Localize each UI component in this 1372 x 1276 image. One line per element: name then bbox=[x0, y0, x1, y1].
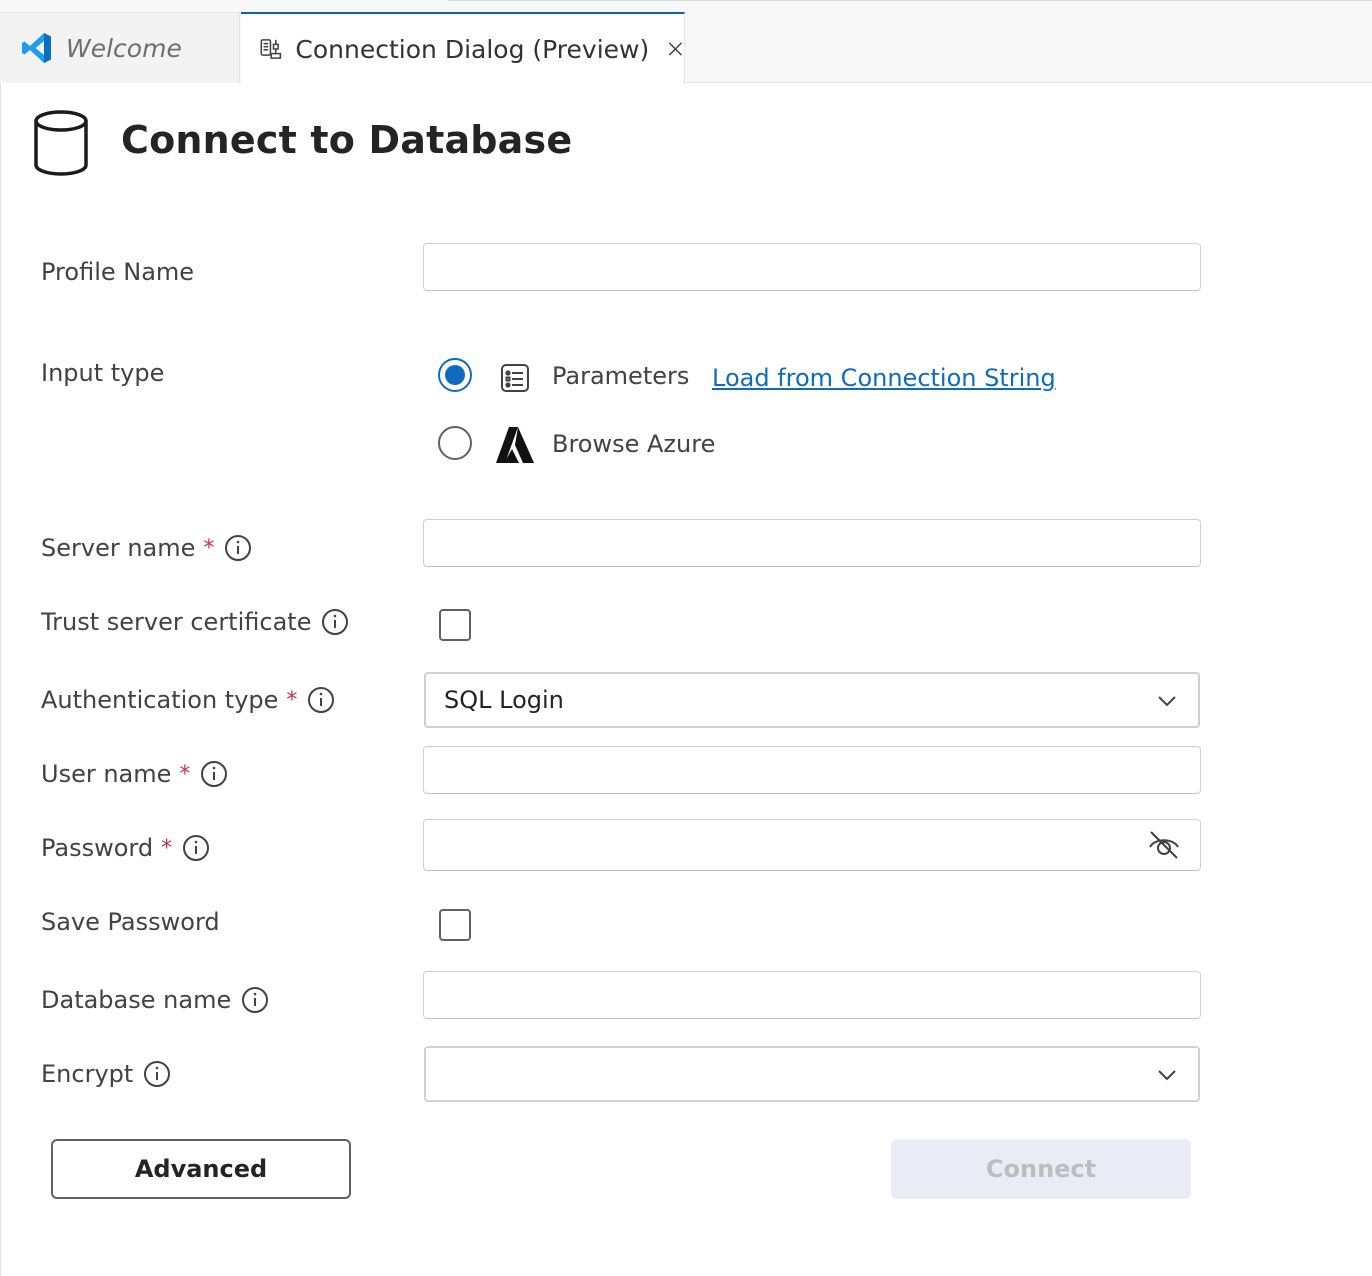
user-name-label: User name * bbox=[41, 760, 228, 788]
authentication-type-select[interactable]: SQL Login bbox=[424, 672, 1200, 728]
info-icon[interactable] bbox=[241, 986, 269, 1014]
required-marker: * bbox=[179, 761, 191, 787]
input-type-label-text: Input type bbox=[41, 359, 165, 387]
password-input[interactable] bbox=[423, 819, 1201, 871]
required-marker: * bbox=[161, 835, 173, 861]
form-icon bbox=[501, 364, 529, 392]
parameters-radio[interactable] bbox=[438, 358, 472, 392]
parameters-radio-label[interactable]: Parameters bbox=[552, 362, 689, 390]
save-password-checkbox[interactable] bbox=[439, 909, 471, 941]
tab-connection-dialog[interactable]: Connection Dialog (Preview) bbox=[241, 12, 685, 84]
database-icon bbox=[34, 110, 88, 176]
tab-connection-dialog-label: Connection Dialog (Preview) bbox=[295, 34, 650, 64]
encrypt-label: Encrypt bbox=[41, 1060, 171, 1088]
profile-name-label-text: Profile Name bbox=[41, 258, 195, 286]
info-icon[interactable] bbox=[143, 1060, 171, 1088]
info-icon[interactable] bbox=[307, 686, 335, 714]
password-label-text: Password bbox=[41, 834, 154, 862]
trust-server-certificate-label-text: Trust server certificate bbox=[41, 608, 312, 636]
trust-server-certificate-label: Trust server certificate bbox=[41, 608, 349, 636]
vscode-icon bbox=[22, 33, 51, 63]
close-icon[interactable] bbox=[667, 38, 684, 60]
authentication-type-label: Authentication type * bbox=[41, 686, 335, 714]
required-marker: * bbox=[203, 535, 215, 561]
input-type-label: Input type bbox=[41, 359, 164, 387]
browse-azure-radio-label[interactable]: Browse Azure bbox=[552, 430, 715, 458]
user-name-input[interactable] bbox=[423, 746, 1201, 794]
tab-strip-divider bbox=[448, 0, 1372, 1]
server-name-input[interactable] bbox=[423, 519, 1201, 567]
eye-off-icon[interactable] bbox=[1146, 827, 1182, 863]
save-password-label: Save Password bbox=[41, 908, 220, 936]
authentication-type-value: SQL Login bbox=[444, 686, 564, 714]
advanced-button[interactable]: Advanced bbox=[51, 1139, 351, 1199]
info-icon[interactable] bbox=[224, 534, 252, 562]
profile-name-label: Profile Name bbox=[41, 258, 194, 286]
server-name-label-text: Server name bbox=[41, 534, 196, 562]
azure-icon bbox=[496, 427, 534, 463]
encrypt-select[interactable] bbox=[424, 1046, 1200, 1102]
chevron-down-icon bbox=[1158, 1070, 1176, 1081]
connect-button[interactable]: Connect bbox=[891, 1139, 1191, 1199]
chevron-down-icon bbox=[1158, 696, 1176, 707]
window-border bbox=[0, 83, 1, 1276]
info-icon[interactable] bbox=[182, 834, 210, 862]
tab-welcome[interactable]: Welcome bbox=[0, 12, 240, 83]
browse-azure-radio[interactable] bbox=[438, 426, 472, 460]
load-from-connection-string-link[interactable]: Load from Connection String bbox=[712, 364, 1056, 392]
tab-welcome-label: Welcome bbox=[66, 33, 182, 63]
user-name-label-text: User name bbox=[41, 760, 172, 788]
trust-server-certificate-checkbox[interactable] bbox=[439, 609, 471, 641]
password-label: Password * bbox=[41, 834, 210, 862]
database-name-label-text: Database name bbox=[41, 986, 232, 1014]
save-password-label-text: Save Password bbox=[41, 908, 220, 936]
database-name-input[interactable] bbox=[423, 971, 1201, 1019]
info-icon[interactable] bbox=[200, 760, 228, 788]
required-marker: * bbox=[286, 687, 298, 713]
authentication-type-label-text: Authentication type bbox=[41, 686, 279, 714]
server-name-label: Server name * bbox=[41, 534, 252, 562]
encrypt-label-text: Encrypt bbox=[41, 1060, 134, 1088]
connection-dialog-icon bbox=[260, 39, 282, 59]
page-title: Connect to Database bbox=[121, 118, 573, 162]
info-icon[interactable] bbox=[321, 608, 349, 636]
editor-tab-strip: Welcome Connection Dialog (Preview) bbox=[0, 0, 1372, 84]
database-name-label: Database name bbox=[41, 986, 269, 1014]
profile-name-input[interactable] bbox=[423, 243, 1201, 291]
